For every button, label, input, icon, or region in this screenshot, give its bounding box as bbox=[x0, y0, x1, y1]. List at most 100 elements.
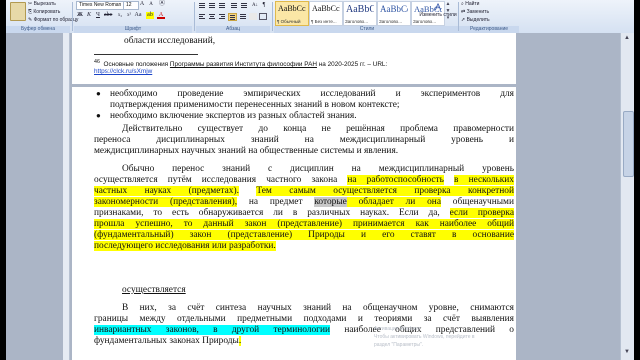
doc-line: последующего исследования или разработки… bbox=[94, 241, 514, 252]
text-run bbox=[444, 175, 454, 185]
doc-line: границы между отдельными предметными под… bbox=[94, 314, 514, 324]
align-left-icon[interactable] bbox=[198, 13, 206, 20]
text-run: признаками, то есть обнаруживается ли в … bbox=[94, 208, 450, 218]
highlighted-text: обладает ли она bbox=[346, 197, 441, 207]
font-color-button[interactable]: A bbox=[157, 12, 165, 19]
change-styles-icon: A bbox=[434, 2, 441, 12]
cursor-icon: ➚ bbox=[461, 17, 466, 23]
strikethrough-button[interactable]: abc bbox=[104, 12, 112, 19]
doc-line: подтверждения применимости перенесенных … bbox=[110, 100, 400, 110]
footnote-text-end: на 2020-2025 гг. – URL: bbox=[316, 61, 388, 69]
align-right-icon[interactable] bbox=[218, 13, 226, 20]
vertical-scrollbar[interactable]: ▲ ▼ bbox=[620, 33, 634, 360]
footnote-url-link[interactable]: https://clck.ru/sXmjw bbox=[94, 68, 152, 75]
replace-icon: ⇄ bbox=[461, 9, 466, 15]
cut-button[interactable]: ✂ Вырезать bbox=[28, 1, 56, 7]
doc-line: необходимо включение экспертов из разных… bbox=[110, 111, 357, 121]
find-button[interactable]: ⌕ Найти bbox=[461, 1, 479, 7]
increase-indent-icon[interactable] bbox=[240, 2, 248, 9]
ribbon-divider bbox=[194, 2, 195, 31]
highlighted-text: последующего исследования или разработки… bbox=[94, 241, 276, 251]
line-spacing-icon[interactable] bbox=[239, 13, 247, 20]
style-heading-1[interactable]: AaBbC Заголово... bbox=[343, 1, 377, 26]
bullet-icon: ● bbox=[96, 111, 101, 120]
align-center-icon[interactable] bbox=[208, 13, 216, 20]
change-styles-label: Изменить стили bbox=[419, 12, 457, 18]
footnote-number: 46 bbox=[94, 59, 100, 65]
superscript-button[interactable]: x² bbox=[125, 12, 133, 19]
editing-group-label: Редактирование bbox=[459, 26, 519, 33]
style-heading-2[interactable]: AaBbCc Заголово... bbox=[377, 1, 411, 26]
styles-group-label: Стили bbox=[274, 26, 460, 33]
replace-button[interactable]: ⇄ Заменить bbox=[461, 9, 489, 15]
italic-button[interactable]: К bbox=[85, 12, 93, 19]
footnote-source-title: Программы развития Института философии Р… bbox=[169, 61, 317, 69]
document-page[interactable]: области исследований, 46 Основные положе… bbox=[72, 33, 516, 360]
paste-icon[interactable] bbox=[10, 2, 26, 21]
show-marks-icon[interactable]: ¶ bbox=[260, 2, 268, 9]
word-window: ✂ Вырезать ⎘ Копировать ✎ Формат по обра… bbox=[6, 0, 634, 360]
highlight-color-button[interactable]: ab bbox=[146, 12, 154, 19]
text-run bbox=[239, 186, 256, 196]
doc-line: необходимо проведение эмпирических иссле… bbox=[110, 89, 514, 99]
highlighted-text: прошла успешно, то данный закон (предста… bbox=[94, 219, 514, 229]
text-run: на предмет bbox=[237, 197, 315, 207]
scrollbar-thumb[interactable] bbox=[623, 111, 634, 177]
borders-icon[interactable] bbox=[259, 13, 267, 20]
clipboard-group-label: Буфер обмена bbox=[6, 26, 70, 33]
underline-button[interactable]: Ч bbox=[94, 12, 102, 19]
footnote-separator bbox=[94, 54, 198, 55]
bullets-icon[interactable] bbox=[198, 2, 206, 9]
doc-line: области исследований, bbox=[124, 36, 216, 46]
copy-button[interactable]: ⎘ Копировать bbox=[28, 9, 60, 15]
style-name: ¶ Без инте... bbox=[311, 19, 337, 24]
scroll-up-icon[interactable]: ▲ bbox=[624, 35, 630, 41]
doc-line: осуществляется путём исследования частно… bbox=[94, 175, 514, 186]
doc-line: Действительно существует до конца не реш… bbox=[122, 124, 514, 134]
doc-line: переноса дисциплинарных знаний на междис… bbox=[94, 135, 514, 145]
grow-font-icon[interactable]: A bbox=[138, 1, 146, 8]
numbering-icon[interactable] bbox=[208, 2, 216, 9]
activation-watermark-text: раздел "Параметры". bbox=[374, 342, 424, 348]
ribbon-divider bbox=[72, 2, 73, 31]
scroll-down-icon[interactable]: ▼ bbox=[624, 349, 630, 355]
shrink-font-icon[interactable]: A bbox=[147, 1, 155, 8]
multilevel-list-icon[interactable] bbox=[218, 2, 226, 9]
doc-line: частных науках (предметах). Тем самым ос… bbox=[94, 186, 515, 197]
clear-format-icon[interactable]: Ⓐ bbox=[158, 1, 166, 8]
style-no-spacing[interactable]: AaBbCcDc ¶ Без инте... bbox=[309, 1, 343, 26]
page-break-gap bbox=[72, 84, 516, 87]
text-run: фундаментальных законах Природы bbox=[94, 336, 239, 346]
highlighted-text: (фундаментальный) закон (представление) … bbox=[94, 230, 514, 240]
right-letterbox bbox=[634, 0, 640, 360]
change-styles-button[interactable]: A Изменить стили bbox=[419, 2, 457, 24]
decrease-indent-icon[interactable] bbox=[230, 2, 238, 9]
cyan-highlighted-text: инвариантных законов, в другой терминоло… bbox=[94, 325, 331, 335]
copy-label: Копировать bbox=[33, 9, 61, 15]
clipboard-group: ✂ Вырезать ⎘ Копировать ✎ Формат по обра… bbox=[6, 0, 78, 33]
footnote-url-line: https://clck.ru/sXmjw bbox=[94, 67, 152, 76]
font-family-dropdown[interactable]: Times New Roman bbox=[76, 1, 124, 10]
change-case-button[interactable]: Aa bbox=[134, 12, 142, 19]
shading-icon[interactable] bbox=[249, 13, 257, 20]
sort-icon[interactable]: A↓ bbox=[251, 2, 259, 9]
bold-button[interactable]: Ж bbox=[76, 12, 84, 19]
doc-line: (фундаментальный) закон (представление) … bbox=[94, 230, 514, 241]
subscript-button[interactable]: x₂ bbox=[116, 12, 124, 19]
doc-line: В них, за счёт синтеза научных знаний на… bbox=[122, 303, 514, 313]
format-painter-button[interactable]: ✎ Формат по образцу bbox=[28, 17, 78, 23]
paragraph-group: A↓ ¶ Абзац bbox=[196, 0, 270, 33]
highlighted-text: на работоспособность bbox=[347, 175, 444, 185]
text-run: общенаучными bbox=[440, 197, 514, 207]
gray-highlighted-text: которые bbox=[314, 197, 347, 207]
justify-icon[interactable] bbox=[228, 13, 237, 21]
style-sample: AaBbCcDc bbox=[312, 4, 340, 13]
style-normal[interactable]: AaBbCcDc ¶ Обычный bbox=[275, 1, 309, 26]
highlighted-text: в нескольких bbox=[454, 175, 514, 185]
font-size-dropdown[interactable]: 12 bbox=[123, 1, 139, 10]
font-group: Times New Roman 12 A A Ⓐ Ж К Ч abc x₂ x²… bbox=[74, 0, 192, 33]
select-button[interactable]: ➚ Выделить bbox=[461, 17, 490, 23]
section-heading: осуществляется bbox=[122, 285, 186, 295]
doc-line: Обычно перенос знаний с дисциплин на меж… bbox=[122, 164, 514, 174]
highlighted-text: закономерности (представления), bbox=[94, 197, 238, 207]
